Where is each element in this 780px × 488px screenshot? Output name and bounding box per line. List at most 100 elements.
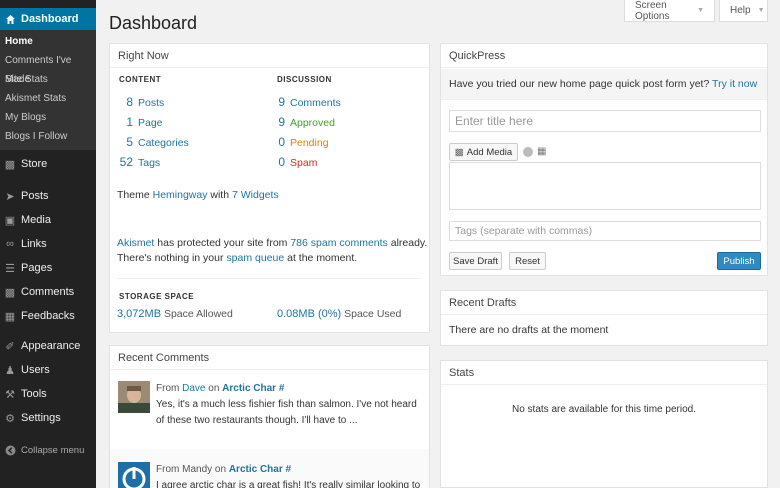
comment-excerpt: I agree arctic char is a great fish! It'… — [156, 480, 421, 488]
storage-heading: STORAGE SPACE — [119, 292, 195, 301]
stats-empty-text: No stats are available for this time per… — [512, 404, 696, 415]
chevron-down-icon: ▼ — [757, 7, 765, 14]
theme-link[interactable]: Hemingway — [153, 189, 208, 201]
akismet-notice: Akismet has protected your site from 786… — [117, 237, 428, 264]
collapse-menu-button[interactable]: Collapse menu — [0, 438, 96, 462]
menu-posts[interactable]: ➤ Posts — [0, 184, 96, 208]
content-row-tags[interactable]: 52 Tags — [117, 152, 189, 172]
audio-icon[interactable] — [523, 147, 533, 157]
brush-icon: ✐ — [5, 340, 15, 353]
content-row-posts[interactable]: 8 Posts — [117, 92, 189, 112]
comment-author-link[interactable]: Dave — [182, 383, 205, 394]
link-icon: ∞ — [6, 238, 14, 250]
spam-queue-link[interactable]: spam queue — [226, 252, 284, 264]
widgets-link[interactable]: 7 Widgets — [232, 189, 279, 201]
content-row-pages[interactable]: 1 Page — [117, 112, 189, 132]
content-row-categories[interactable]: 5 Categories — [117, 132, 188, 152]
collapse-menu-label: Collapse menu — [21, 444, 85, 456]
quickpress-title: QuickPress — [441, 44, 767, 68]
recent-drafts-title: Recent Drafts — [441, 291, 767, 315]
space-allowed: 3,072MB Space Allowed — [117, 308, 233, 320]
menu-posts-label: Posts — [21, 190, 49, 202]
right-now-title: Right Now — [110, 44, 429, 68]
cart-icon: ▩ — [4, 158, 16, 171]
wrench-icon: ⚒ — [5, 388, 15, 401]
spam-comments-link[interactable]: 786 spam comments — [290, 237, 387, 249]
comment-author: Mandy — [182, 464, 213, 475]
pin-icon: ➤ — [5, 190, 15, 203]
submenu-my-blogs[interactable]: My Blogs — [0, 108, 96, 127]
drafts-empty-text: There are no drafts at the moment — [449, 324, 609, 336]
add-media-button[interactable]: ▩ Add Media — [449, 143, 518, 161]
recent-drafts-box: Recent Drafts There are no drafts at the… — [440, 290, 768, 346]
comment-bubble-icon: ▩ — [4, 286, 16, 299]
comment-post-link[interactable]: Arctic Char # — [229, 464, 291, 475]
home-icon — [4, 13, 16, 25]
menu-pages-label: Pages — [21, 262, 53, 274]
space-used: 0.08MB (0%) Space Used — [277, 308, 402, 320]
menu-tools[interactable]: ⚒ Tools — [0, 382, 96, 406]
collapse-arrow-icon — [4, 444, 16, 456]
theme-line: Theme Hemingway with 7 Widgets — [117, 189, 279, 201]
discussion-row-pending[interactable]: 0 Pending — [269, 132, 341, 152]
discussion-heading: DISCUSSION — [277, 75, 332, 84]
submenu-akismet-stats[interactable]: Akismet Stats — [0, 89, 96, 108]
submenu-blogs-follow[interactable]: Blogs I Follow — [0, 127, 96, 146]
recent-comments-title: Recent Comments — [110, 346, 429, 370]
menu-pages[interactable]: ☰ Pages — [0, 256, 96, 280]
menu-store[interactable]: ▩ Store — [0, 150, 96, 178]
screen-options-button[interactable]: Screen Options ▼ — [624, 0, 715, 22]
user-icon: ♟ — [5, 364, 15, 377]
discussion-row-approved[interactable]: 9 Approved — [269, 112, 341, 132]
gallery-icon[interactable]: ▦ — [537, 146, 546, 157]
menu-users-label: Users — [21, 364, 50, 376]
menu-settings[interactable]: ⚙ Settings — [0, 406, 96, 430]
divider — [117, 278, 422, 279]
publish-button[interactable]: Publish — [717, 252, 761, 270]
avatar — [118, 381, 150, 413]
pages-icon: ☰ — [5, 262, 15, 275]
menu-comments-label: Comments — [21, 286, 75, 298]
quickpress-box: QuickPress Have you tried our new home p… — [440, 43, 768, 276]
help-label: Help — [730, 5, 751, 16]
menu-feedbacks[interactable]: ▦ Feedbacks — [0, 304, 96, 328]
discussion-row-spam[interactable]: 0 Spam — [269, 152, 341, 172]
right-now-box: Right Now CONTENT DISCUSSION 8 Posts 1 Pag… — [109, 43, 430, 333]
comment-excerpt: Yes, it's a much less fishier fish than … — [156, 399, 417, 410]
menu-comments[interactable]: ▩ Comments — [0, 280, 96, 304]
admin-sidebar: Dashboard Home Comments I've Made Site S… — [0, 0, 96, 488]
menu-media-label: Media — [21, 214, 51, 226]
help-button[interactable]: Help ▼ — [719, 0, 768, 22]
page-title: Dashboard — [109, 13, 198, 33]
menu-appearance[interactable]: ✐ Appearance — [0, 334, 96, 358]
tags-input[interactable]: Tags (separate with commas) — [449, 221, 761, 241]
media-icon: ▣ — [4, 214, 16, 227]
quickpress-notice: Have you tried our new home page quick p… — [441, 69, 767, 121]
akismet-link[interactable]: Akismet — [117, 237, 154, 249]
post-title-input[interactable]: Enter title here — [449, 110, 761, 132]
menu-links[interactable]: ∞ Links — [0, 232, 96, 256]
post-content-textarea[interactable] — [449, 162, 761, 210]
menu-settings-label: Settings — [21, 412, 61, 424]
comment-post-link[interactable]: Arctic Char # — [222, 383, 284, 394]
avatar — [118, 462, 150, 488]
reset-button[interactable]: Reset — [509, 252, 546, 270]
menu-store-label: Store — [21, 158, 48, 170]
comment-item: From Mandy on Arctic Char # I agree arct… — [110, 449, 429, 488]
menu-dashboard[interactable]: Dashboard — [0, 8, 96, 30]
comment-excerpt: of these two restaurants though. I'll ha… — [156, 415, 358, 426]
submenu-site-stats[interactable]: Site Stats — [0, 70, 96, 89]
menu-media[interactable]: ▣ Media — [0, 208, 96, 232]
submenu-comments-made[interactable]: Comments I've Made — [0, 51, 96, 85]
settings-icon: ⚙ — [5, 412, 15, 425]
content-list: 8 Posts 1 Page 5 Categories 52 Tags — [117, 92, 189, 172]
stats-title: Stats — [441, 361, 767, 385]
discussion-row-comments[interactable]: 9 Comments — [269, 92, 340, 112]
discussion-list: 9 Comments 9 Approved 0 Pending 0 Spam — [269, 92, 341, 172]
menu-links-label: Links — [21, 238, 47, 250]
menu-appearance-label: Appearance — [21, 340, 81, 352]
menu-users[interactable]: ♟ Users — [0, 358, 96, 382]
submenu-home[interactable]: Home — [0, 32, 96, 51]
menu-dashboard-label: Dashboard — [21, 13, 79, 25]
save-draft-button[interactable]: Save Draft — [449, 252, 502, 270]
